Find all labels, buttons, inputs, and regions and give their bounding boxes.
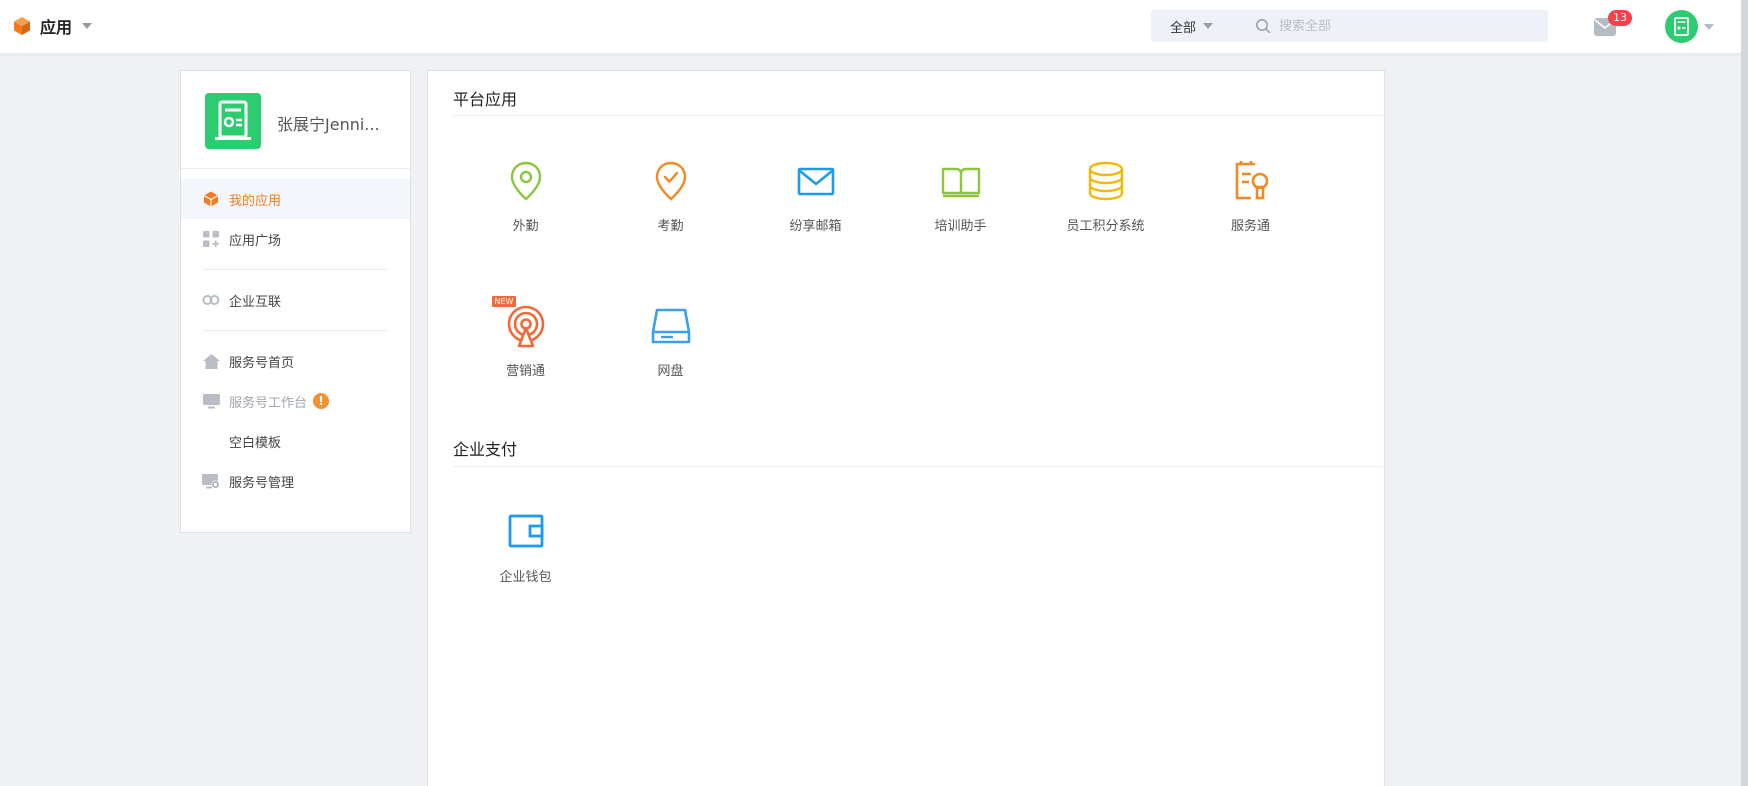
hard-drive-icon — [651, 308, 690, 344]
app-label: 服务通 — [1230, 219, 1270, 234]
org-name: 张展宁Jenni... — [277, 115, 380, 134]
search-bar: 全部 — [1151, 10, 1548, 42]
sidebar-item-label: 应用广场 — [229, 233, 282, 249]
app-label: 培训助手 — [934, 219, 987, 234]
cube-logo-icon — [14, 17, 30, 35]
search-input[interactable] — [1279, 18, 1519, 34]
user-menu[interactable] — [1665, 10, 1714, 43]
home-icon — [202, 352, 220, 370]
app-field-work[interactable]: 外勤 — [453, 151, 598, 261]
sidebar: 张展宁Jenni... 我的应用 应用广场 企业互联 服务号首页 服务号工作台 … — [180, 70, 411, 533]
chevron-down-icon — [1203, 23, 1214, 29]
sidebar-item-blank-template[interactable]: 空白模板 — [181, 421, 410, 461]
app-points-system[interactable]: 员工积分系统 — [1033, 151, 1178, 261]
envelope-icon — [797, 167, 834, 196]
app-label: 网盘 — [657, 364, 684, 379]
app-mailbox[interactable]: 纷享邮箱 — [743, 151, 888, 261]
app-label: 外勤 — [512, 219, 539, 234]
cube-icon — [202, 190, 220, 208]
mail-badge: 13 — [1608, 10, 1632, 26]
sidebar-item-label: 服务号工作台 — [229, 395, 308, 411]
sidebar-item-app-market[interactable]: 应用广场 — [181, 219, 410, 259]
app-service-pass[interactable]: 服务通 — [1178, 151, 1323, 261]
avatar — [1665, 10, 1698, 43]
warning-icon: ! — [313, 393, 330, 409]
divider — [203, 330, 387, 331]
sidebar-item-label: 服务号管理 — [229, 475, 295, 491]
app-marketing[interactable]: NEW 营销通 — [453, 296, 598, 406]
app-switcher[interactable]: 应用 — [12, 14, 93, 38]
location-pin-icon — [510, 161, 541, 201]
org-profile: 张展宁Jenni... — [181, 71, 410, 169]
book-icon — [941, 167, 980, 198]
app-label: 营销通 — [505, 364, 545, 379]
check-pin-icon — [655, 161, 686, 201]
search-scope-label: 全部 — [1170, 20, 1197, 36]
top-bar: 应用 全部 13 — [0, 0, 1748, 54]
app-net-disk[interactable]: 网盘 — [598, 296, 743, 406]
database-icon — [1088, 161, 1123, 201]
section-title-platform-apps: 平台应用 — [453, 90, 518, 109]
search-scope-dropdown[interactable]: 全部 — [1151, 10, 1243, 42]
monitor-icon — [202, 392, 220, 410]
divider — [453, 115, 1384, 116]
scrollbar[interactable] — [1741, 0, 1748, 786]
app-label: 员工积分系统 — [1066, 219, 1145, 234]
sidebar-item-label: 企业互联 — [229, 294, 282, 310]
mail-button[interactable]: 13 — [1594, 10, 1632, 40]
sidebar-item-label: 服务号首页 — [229, 355, 295, 371]
wallet-icon — [508, 514, 543, 548]
new-badge: NEW — [491, 296, 517, 307]
divider — [453, 466, 1384, 467]
app-title: 应用 — [40, 18, 73, 37]
broadcast-icon: NEW — [491, 296, 548, 348]
sidebar-item-label: 空白模板 — [229, 435, 282, 451]
service-wrench-icon — [1235, 161, 1268, 200]
app-label: 考勤 — [657, 219, 684, 234]
main-panel: 平台应用 外勤 考勤 纷享邮箱 培训助手 员工积分系统 服务通 NEW 营销通 … — [427, 70, 1385, 786]
app-label: 纷享邮箱 — [789, 219, 842, 234]
search-icon — [1256, 19, 1271, 34]
sidebar-item-my-apps[interactable]: 我的应用 — [181, 179, 410, 219]
sidebar-item-enterprise-link[interactable]: 企业互联 — [181, 280, 410, 320]
org-avatar — [205, 93, 261, 149]
chevron-down-icon — [82, 23, 93, 29]
app-attendance[interactable]: 考勤 — [598, 151, 743, 261]
monitor-gear-icon — [202, 472, 220, 490]
divider — [203, 269, 387, 270]
sidebar-item-service-workbench[interactable]: 服务号工作台 ! — [181, 381, 410, 421]
sidebar-item-service-home[interactable]: 服务号首页 — [181, 341, 410, 381]
chevron-down-icon — [1704, 23, 1714, 30]
sidebar-item-label: 我的应用 — [229, 193, 282, 209]
app-label: 企业钱包 — [499, 570, 552, 585]
app-enterprise-wallet[interactable]: 企业钱包 — [453, 502, 598, 612]
sidebar-nav: 我的应用 应用广场 企业互联 服务号首页 服务号工作台 ! 空白模板 服务号管理 — [181, 179, 410, 501]
sidebar-item-service-manage[interactable]: 服务号管理 — [181, 461, 410, 501]
grid-plus-icon — [202, 230, 220, 248]
section-title-enterprise-pay: 企业支付 — [453, 440, 518, 459]
app-training[interactable]: 培训助手 — [888, 151, 1033, 261]
link-icon — [202, 291, 220, 309]
